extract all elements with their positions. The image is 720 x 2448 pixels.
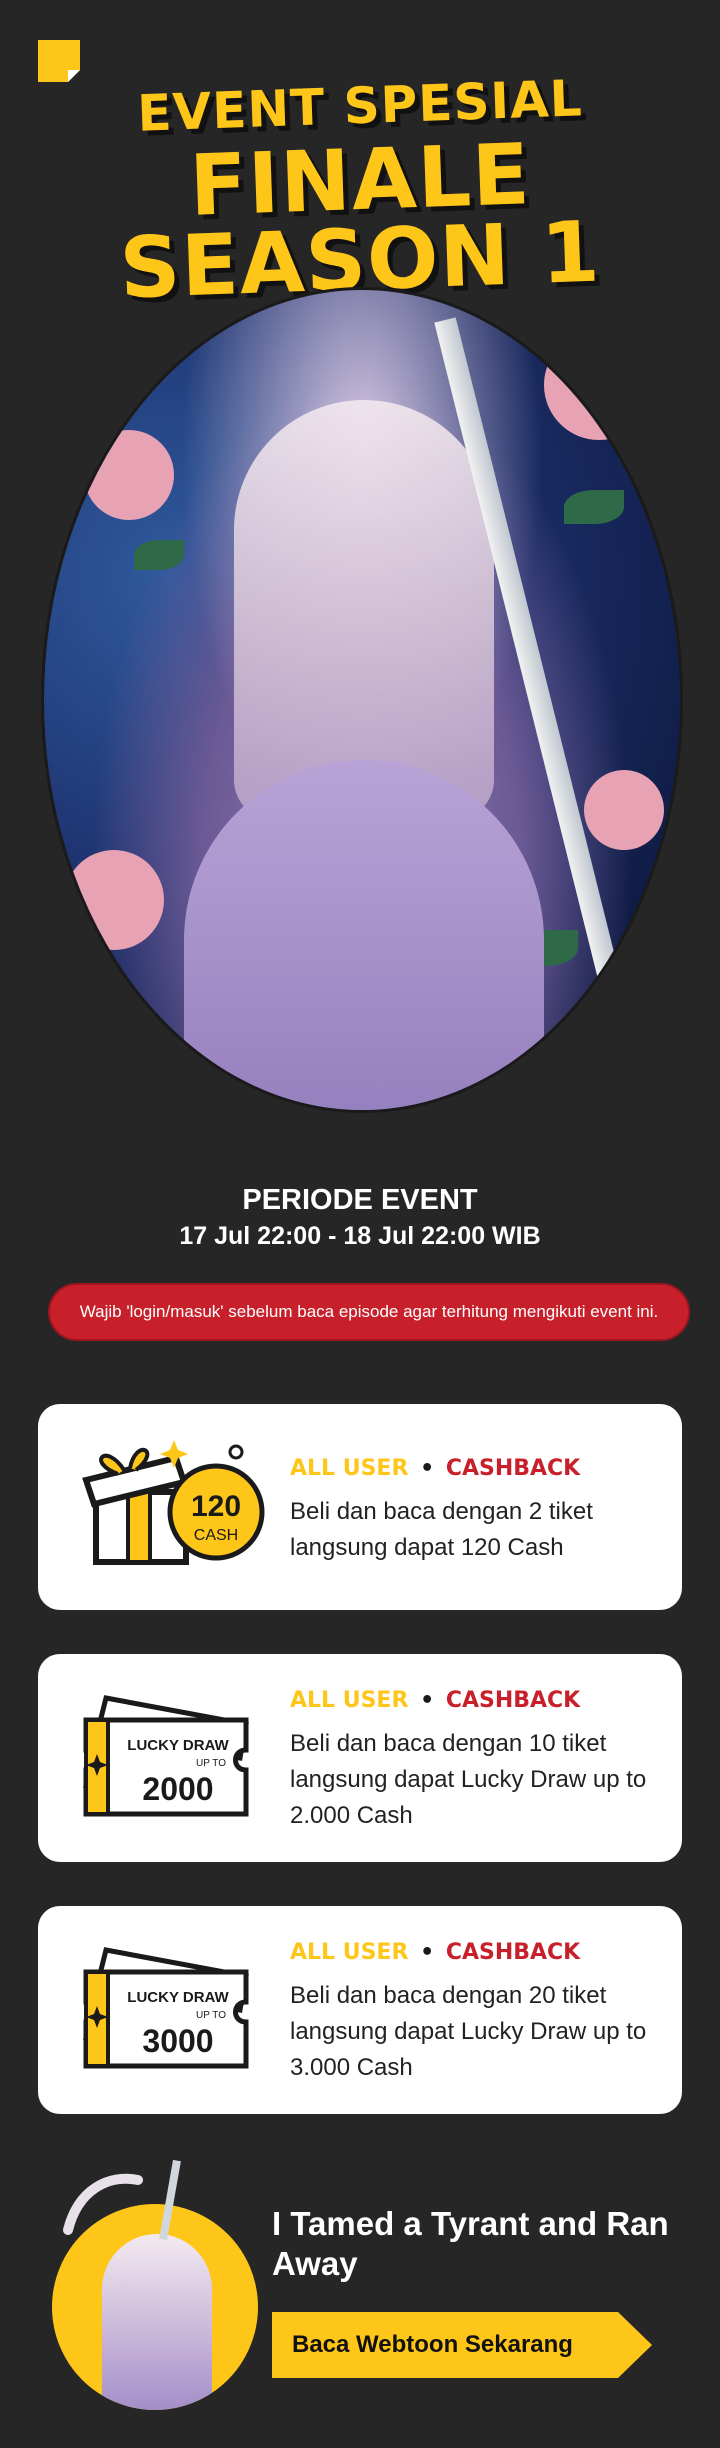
tag-separator: •: [420, 1456, 435, 1481]
reward-card-2: LUCKY DRAW UP TO 2000 ALL USER • CASHBAC…: [38, 1654, 682, 1862]
tag-all-user: ALL USER: [290, 1456, 409, 1481]
cash-unit: CASH: [194, 1527, 238, 1544]
hero-illustration: [44, 290, 680, 1110]
hero-title: EVENT SPESIAL FINALE SEASON 1: [0, 69, 720, 317]
character-figure: [234, 400, 494, 820]
tag-all-user: ALL USER: [290, 1940, 409, 1965]
card-description: Beli dan baca dengan 2 tiket langsung da…: [290, 1498, 593, 1561]
period-dates: 17 Jul 22:00 - 18 Jul 22:00 WIB: [179, 1222, 541, 1250]
ticket-upto: UP TO: [196, 1758, 226, 1769]
card-tagline: ALL USER • CASHBACK: [290, 1940, 580, 1965]
cash-amount: 120: [191, 1490, 241, 1523]
reward-card-3: LUCKY DRAW UP TO 3000 ALL USER • CASHBAC…: [38, 1906, 682, 2114]
thumbnail-character: [102, 2234, 212, 2410]
card-tagline: ALL USER • CASHBACK: [290, 1456, 580, 1481]
tag-cashback: CASHBACK: [445, 1940, 581, 1965]
webtoon-logo-icon[interactable]: [38, 40, 80, 82]
card-description: Beli dan baca dengan 10 tiket langsung d…: [290, 1730, 647, 1829]
tag-cashback: CASHBACK: [445, 1688, 581, 1713]
character-dress: [184, 760, 544, 1110]
tag-separator: •: [420, 1688, 435, 1713]
card-description: Beli dan baca dengan 20 tiket langsung d…: [290, 1982, 647, 2081]
period-title: PERIODE EVENT: [242, 1184, 478, 1216]
tag-cashback: CASHBACK: [445, 1456, 581, 1481]
card-tagline: ALL USER • CASHBACK: [290, 1688, 580, 1713]
tag-all-user: ALL USER: [290, 1688, 409, 1713]
series-title[interactable]: I Tamed a Tyrant and Ran Away: [272, 2204, 672, 2284]
login-notice: Wajib 'login/masuk' sebelum baca episode…: [48, 1283, 690, 1341]
sword-overlay-icon: [63, 2160, 181, 2240]
lucky-draw-ticket-icon: LUCKY DRAW UP TO 3000: [83, 1947, 249, 2069]
ticket-label: LUCKY DRAW: [127, 1737, 229, 1754]
ticket-amount: 3000: [142, 2023, 213, 2059]
reward-card-1: 120 CASH ALL USER • CASHBACK Beli dan ba…: [38, 1404, 682, 1610]
tag-separator: •: [420, 1940, 435, 1965]
read-now-button-label: Baca Webtoon Sekarang: [292, 2331, 573, 2358]
ticket-amount: 2000: [142, 1771, 213, 1807]
ticket-label: LUCKY DRAW: [127, 1989, 229, 2006]
lucky-draw-ticket-icon: LUCKY DRAW UP TO 2000: [83, 1695, 249, 1817]
gift-box-cash-icon: 120 CASH: [82, 1440, 265, 1565]
ticket-upto: UP TO: [196, 2010, 226, 2021]
